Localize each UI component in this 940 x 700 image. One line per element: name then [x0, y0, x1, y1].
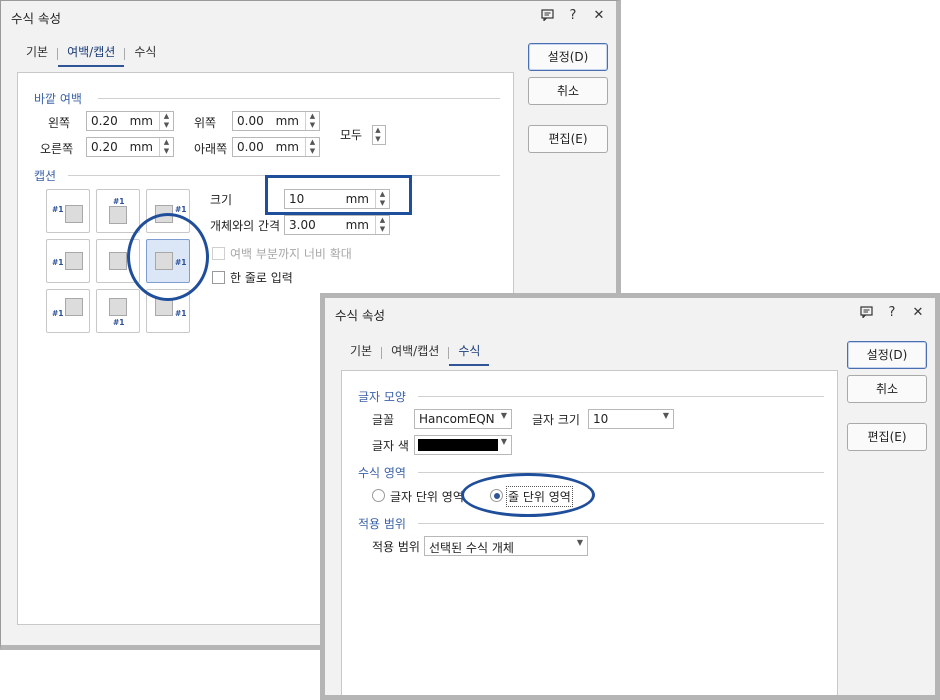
titlebar: 수식 속성 ? ✕ [1, 1, 616, 31]
help-icon[interactable]: ? [566, 7, 580, 23]
help-icon[interactable]: ? [885, 304, 899, 320]
tab-panel: 글자 모양 글꼴 HancomEQN ▼ 글자 크기 10 ▼ 글자 색 ▼ 수… [341, 370, 838, 695]
expand-width-checkbox[interactable] [212, 247, 225, 260]
group-label-caption: 캡션 [34, 169, 57, 183]
speech-bubble-icon[interactable] [540, 7, 554, 23]
radio-char-area-label: 글자 단위 영역 [390, 490, 464, 504]
group-label-formula-area: 수식 영역 [358, 466, 406, 480]
chevron-down-icon: ▼ [576, 538, 583, 547]
highlight-box-caption-size [265, 175, 412, 215]
margin-top-label: 위쪽 [194, 116, 217, 130]
expand-width-label: 여백 부분까지 너비 확대 [230, 247, 352, 261]
tab-equation[interactable]: 수식 [449, 340, 490, 366]
single-line-checkbox[interactable] [212, 271, 225, 284]
single-line-label: 한 줄로 입력 [230, 271, 293, 285]
margin-bottom-label: 아래쪽 [194, 142, 228, 156]
tab-bar: 기본 여백/캡션 수식 [341, 340, 490, 366]
tab-margin-caption[interactable]: 여백/캡션 [382, 340, 448, 366]
tab-basic[interactable]: 기본 [17, 41, 57, 67]
spin-arrows-icon: ▲ ▼ [159, 112, 173, 130]
spin-arrows-icon: ▲ ▼ [305, 138, 319, 156]
titlebar: 수식 속성 ? ✕ [325, 298, 935, 328]
highlight-circle-caption-position [127, 213, 209, 301]
group-label-apply-scope: 적용 범위 [358, 517, 406, 531]
equation-properties-dialog-equation: 수식 속성 ? ✕ 기본 여백/캡션 수식 글자 모양 글꼴 HancomEQN… [320, 293, 940, 700]
margin-top-spinner[interactable]: 0.00 mm ▲ ▼ [232, 111, 320, 131]
caption-pos-left-top[interactable]: #1 [46, 189, 90, 233]
caption-spacing-spinner[interactable]: 3.00 mm ▲ ▼ [284, 215, 390, 235]
font-size-select[interactable]: 10 ▼ [588, 409, 674, 429]
dialog-title: 수식 속성 [335, 308, 385, 323]
spin-arrows-icon: ▲ ▼ [305, 112, 319, 130]
dialog-title: 수식 속성 [11, 11, 61, 26]
spin-arrows-icon: ▲ ▼ [375, 216, 389, 234]
close-icon[interactable]: ✕ [592, 7, 606, 23]
group-label-outer-margin: 바깥 여백 [34, 92, 82, 106]
font-color-select[interactable]: ▼ [414, 435, 512, 455]
font-label: 글꼴 [372, 413, 395, 427]
group-divider [98, 98, 500, 99]
close-icon[interactable]: ✕ [911, 304, 925, 320]
edit-button[interactable]: 편집(E) [528, 125, 608, 153]
chevron-down-icon: ▼ [500, 437, 507, 446]
group-divider [418, 396, 824, 397]
group-label-char-shape: 글자 모양 [358, 390, 406, 404]
caption-pos-left-bottom[interactable]: #1 [46, 289, 90, 333]
highlight-ellipse-line-area [461, 473, 595, 517]
ok-button[interactable]: 설정(D) [847, 341, 927, 369]
apply-scope-select[interactable]: 선택된 수식 개체 ▼ [424, 536, 588, 556]
color-swatch [418, 439, 498, 451]
margin-left-label: 왼쪽 [48, 116, 71, 130]
apply-scope-label: 적용 범위 [372, 540, 420, 554]
caption-pos-top[interactable]: #1 [96, 189, 140, 233]
cancel-button[interactable]: 취소 [528, 77, 608, 105]
caption-pos-bottom[interactable]: #1 [96, 289, 140, 333]
tab-bar: 기본 여백/캡션 수식 [17, 41, 165, 67]
margin-left-spinner[interactable]: 0.20 mm ▲ ▼ [86, 111, 174, 131]
tab-basic[interactable]: 기본 [341, 340, 381, 366]
caption-pos-left-center[interactable]: #1 [46, 239, 90, 283]
margin-right-label: 오른쪽 [40, 142, 74, 156]
tab-equation[interactable]: 수식 [125, 41, 165, 67]
margin-right-spinner[interactable]: 0.20 mm ▲ ▼ [86, 137, 174, 157]
spin-arrows-icon: ▲ ▼ [159, 138, 173, 156]
radio-char-area[interactable] [372, 489, 385, 502]
font-size-label: 글자 크기 [532, 413, 580, 427]
caption-spacing-label: 개체와의 간격 [210, 219, 281, 233]
spin-arrows-icon: ▲ ▼ [375, 126, 381, 143]
speech-bubble-icon[interactable] [859, 304, 873, 320]
ok-button[interactable]: 설정(D) [528, 43, 608, 71]
group-divider [418, 472, 824, 473]
chevron-down-icon: ▼ [500, 411, 507, 420]
caption-size-label: 크기 [210, 193, 233, 207]
margin-all-label: 모두 [340, 128, 363, 142]
tab-margin-caption[interactable]: 여백/캡션 [58, 41, 125, 67]
chevron-down-icon: ▼ [662, 411, 669, 420]
margin-all-spinner[interactable]: ▲ ▼ [372, 125, 386, 145]
cancel-button[interactable]: 취소 [847, 375, 927, 403]
font-select[interactable]: HancomEQN ▼ [414, 409, 512, 429]
margin-bottom-spinner[interactable]: 0.00 mm ▲ ▼ [232, 137, 320, 157]
font-color-label: 글자 색 [372, 439, 409, 453]
group-divider [418, 523, 824, 524]
edit-button[interactable]: 편집(E) [847, 423, 927, 451]
